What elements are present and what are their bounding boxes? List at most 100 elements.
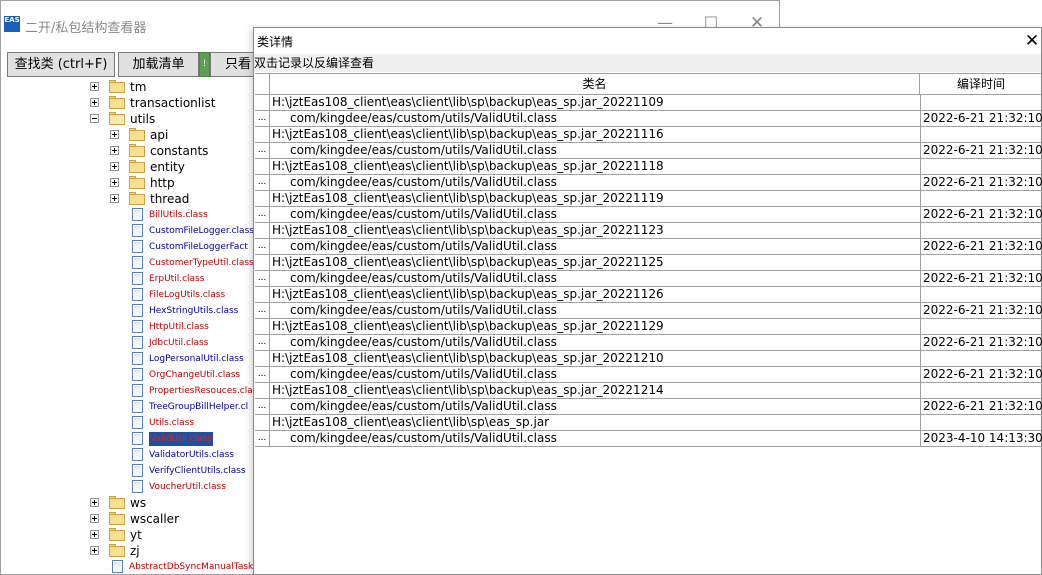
tree-class-file[interactable]: ErpUtil.class <box>149 272 204 286</box>
expand-toggle[interactable] <box>110 178 119 187</box>
expand-toggle[interactable] <box>90 530 99 539</box>
table-row[interactable]: ... com/kingdee/eas/custom/utils/ValidUti… <box>255 143 1042 159</box>
compile-time-cell[interactable] <box>922 223 1041 238</box>
expand-toggle[interactable] <box>110 194 119 203</box>
status-toggle-button[interactable]: ! <box>199 52 210 77</box>
dialog-titlebar[interactable]: 类详情 ✕ <box>254 28 1041 54</box>
compile-time-cell[interactable] <box>922 287 1041 302</box>
compile-time-cell[interactable] <box>922 383 1041 398</box>
expand-toggle[interactable] <box>90 82 99 91</box>
table-row[interactable]: H:\jztEas108_client\eas\client\lib\sp\ba… <box>255 191 1041 207</box>
tree-folder-constants[interactable]: constants <box>150 143 208 159</box>
table-row[interactable]: H:\jztEas108_client\eas\client\lib\sp\ba… <box>255 319 1041 335</box>
tree-class-file[interactable]: TreeGroupBillHelper.cl <box>149 400 248 414</box>
tree-class-file[interactable]: VoucherUtil.class <box>149 480 226 494</box>
tree-class-file[interactable]: AbstractDbSyncManualTask <box>129 560 253 574</box>
tree-folder-wscaller[interactable]: wscaller <box>130 511 179 527</box>
jar-path-cell[interactable]: H:\jztEas108_client\eas\client\lib\sp\ba… <box>270 223 921 238</box>
tree-class-file[interactable]: CustomerTypeUtil.class <box>149 256 254 270</box>
tree-folder-api[interactable]: api <box>150 127 168 143</box>
compile-time-cell[interactable]: 2022-6-21 21:32:10 <box>922 303 1042 318</box>
tree-class-file[interactable]: LogPersonalUtil.class <box>149 352 244 366</box>
tree-class-file[interactable]: HttpUtil.class <box>149 320 209 334</box>
table-row[interactable]: ... com/kingdee/eas/custom/utils/ValidUti… <box>255 271 1042 287</box>
compile-time-cell[interactable] <box>922 319 1041 334</box>
tree-class-file[interactable]: JdbcUtil.class <box>149 336 208 350</box>
table-row[interactable]: H:\jztEas108_client\eas\client\lib\sp\ea… <box>255 415 1041 431</box>
class-name-cell[interactable]: com/kingdee/eas/custom/utils/ValidUtil.c… <box>270 303 921 318</box>
compile-time-cell[interactable]: 2022-6-21 21:32:10 <box>922 239 1042 254</box>
table-row[interactable]: ... com/kingdee/eas/custom/utils/ValidUti… <box>255 175 1042 191</box>
compile-time-cell[interactable]: 2022-6-21 21:32:10 <box>922 175 1042 190</box>
jar-path-cell[interactable]: H:\jztEas108_client\eas\client\lib\sp\ba… <box>270 95 921 110</box>
table-row[interactable]: ... com/kingdee/eas/custom/utils/ValidUti… <box>255 111 1042 127</box>
jar-path-cell[interactable]: H:\jztEas108_client\eas\client\lib\sp\ba… <box>270 383 921 398</box>
table-row[interactable]: H:\jztEas108_client\eas\client\lib\sp\ba… <box>255 255 1041 271</box>
table-row[interactable]: H:\jztEas108_client\eas\client\lib\sp\ba… <box>255 287 1041 303</box>
tree-folder-utils[interactable]: utils <box>130 111 155 127</box>
tree-folder-entity[interactable]: entity <box>150 159 185 175</box>
table-row[interactable]: ... com/kingdee/eas/custom/utils/ValidUti… <box>255 431 1042 447</box>
class-name-cell[interactable]: com/kingdee/eas/custom/utils/ValidUtil.c… <box>270 207 921 222</box>
class-name-cell[interactable]: com/kingdee/eas/custom/utils/ValidUtil.c… <box>270 335 921 350</box>
table-row[interactable]: ... com/kingdee/eas/custom/utils/ValidUti… <box>255 207 1042 223</box>
table-row[interactable]: H:\jztEas108_client\eas\client\lib\sp\ba… <box>255 383 1041 399</box>
table-row[interactable]: ... com/kingdee/eas/custom/utils/ValidUti… <box>255 367 1042 383</box>
jar-path-cell[interactable]: H:\jztEas108_client\eas\client\lib\sp\ba… <box>270 255 921 270</box>
tree-folder-zj[interactable]: zj <box>130 543 140 559</box>
expand-toggle[interactable] <box>90 98 99 107</box>
tree-class-file[interactable]: PropertiesResouces.cla <box>149 384 253 398</box>
jar-path-cell[interactable]: H:\jztEas108_client\eas\client\lib\sp\ba… <box>270 159 921 174</box>
compile-time-cell[interactable] <box>922 415 1041 430</box>
compile-time-cell[interactable] <box>922 351 1041 366</box>
compile-time-cell[interactable] <box>922 127 1041 142</box>
tree-folder-tm[interactable]: tm <box>130 79 146 95</box>
table-row[interactable]: ... com/kingdee/eas/custom/utils/ValidUti… <box>255 399 1042 415</box>
compile-time-cell[interactable]: 2022-6-21 21:32:10 <box>922 143 1042 158</box>
header-class-name[interactable]: 类名 <box>270 74 920 94</box>
class-name-cell[interactable]: com/kingdee/eas/custom/utils/ValidUtil.c… <box>270 431 921 446</box>
table-row[interactable]: H:\jztEas108_client\eas\client\lib\sp\ba… <box>255 351 1041 367</box>
compile-time-cell[interactable] <box>922 255 1041 270</box>
tree-class-file[interactable]: BillUtils.class <box>149 208 208 222</box>
tree-class-file[interactable]: VerifyClientUtils.class <box>149 464 246 478</box>
tree-class-file[interactable]: HexStringUtils.class <box>149 304 238 318</box>
compile-time-cell[interactable]: 2022-6-21 21:32:10 <box>922 335 1042 350</box>
compile-time-cell[interactable] <box>922 159 1041 174</box>
class-detail-grid[interactable]: 类名 编译时间 H:\jztEas108_client\eas\client\l… <box>255 73 1042 447</box>
tree-class-file[interactable]: ValidUtil.class <box>149 432 214 446</box>
load-list-button[interactable]: 加载清单 <box>118 52 199 77</box>
table-row[interactable]: ... com/kingdee/eas/custom/utils/ValidUti… <box>255 303 1042 319</box>
class-name-cell[interactable]: com/kingdee/eas/custom/utils/ValidUtil.c… <box>270 143 921 158</box>
compile-time-cell[interactable]: 2023-4-10 14:13:30 <box>922 431 1042 446</box>
package-tree[interactable]: tm transactionlist utils api constants entity… <box>1 79 255 575</box>
class-name-cell[interactable]: com/kingdee/eas/custom/utils/ValidUtil.c… <box>270 239 921 254</box>
table-row[interactable]: H:\jztEas108_client\eas\client\lib\sp\ba… <box>255 223 1041 239</box>
expand-toggle[interactable] <box>90 546 99 555</box>
compile-time-cell[interactable] <box>922 191 1041 206</box>
jar-path-cell[interactable]: H:\jztEas108_client\eas\client\lib\sp\ba… <box>270 191 921 206</box>
tree-folder-yt[interactable]: yt <box>130 527 142 543</box>
table-row[interactable]: H:\jztEas108_client\eas\client\lib\sp\ba… <box>255 95 1041 111</box>
tree-class-file[interactable]: CustomFileLoggerFact <box>149 240 248 254</box>
tree-folder-ws[interactable]: ws <box>130 495 146 511</box>
class-name-cell[interactable]: com/kingdee/eas/custom/utils/ValidUtil.c… <box>270 175 921 190</box>
tree-class-file[interactable]: FileLogUtils.class <box>149 288 225 302</box>
tree-folder-thread[interactable]: thread <box>150 191 189 207</box>
table-row[interactable]: ... com/kingdee/eas/custom/utils/ValidUti… <box>255 335 1042 351</box>
table-row[interactable]: ... com/kingdee/eas/custom/utils/ValidUti… <box>255 239 1042 255</box>
class-name-cell[interactable]: com/kingdee/eas/custom/utils/ValidUtil.c… <box>270 111 921 126</box>
tree-class-file[interactable]: Utils.class <box>149 416 194 430</box>
expand-toggle[interactable] <box>110 130 119 139</box>
tree-class-file[interactable]: OrgChangeUtil.class <box>149 368 240 382</box>
expand-toggle[interactable] <box>110 162 119 171</box>
tree-class-file[interactable]: CustomFileLogger.class <box>149 224 254 238</box>
jar-path-cell[interactable]: H:\jztEas108_client\eas\client\lib\sp\ba… <box>270 287 921 302</box>
compile-time-cell[interactable]: 2022-6-21 21:32:10 <box>922 271 1042 286</box>
compile-time-cell[interactable]: 2022-6-21 21:32:10 <box>922 399 1042 414</box>
jar-path-cell[interactable]: H:\jztEas108_client\eas\client\lib\sp\ba… <box>270 351 921 366</box>
table-row[interactable]: H:\jztEas108_client\eas\client\lib\sp\ba… <box>255 127 1041 143</box>
compile-time-cell[interactable]: 2022-6-21 21:32:10 <box>922 367 1042 382</box>
compile-time-cell[interactable]: 2022-6-21 21:32:10 <box>922 207 1042 222</box>
class-name-cell[interactable]: com/kingdee/eas/custom/utils/ValidUtil.c… <box>270 367 921 382</box>
